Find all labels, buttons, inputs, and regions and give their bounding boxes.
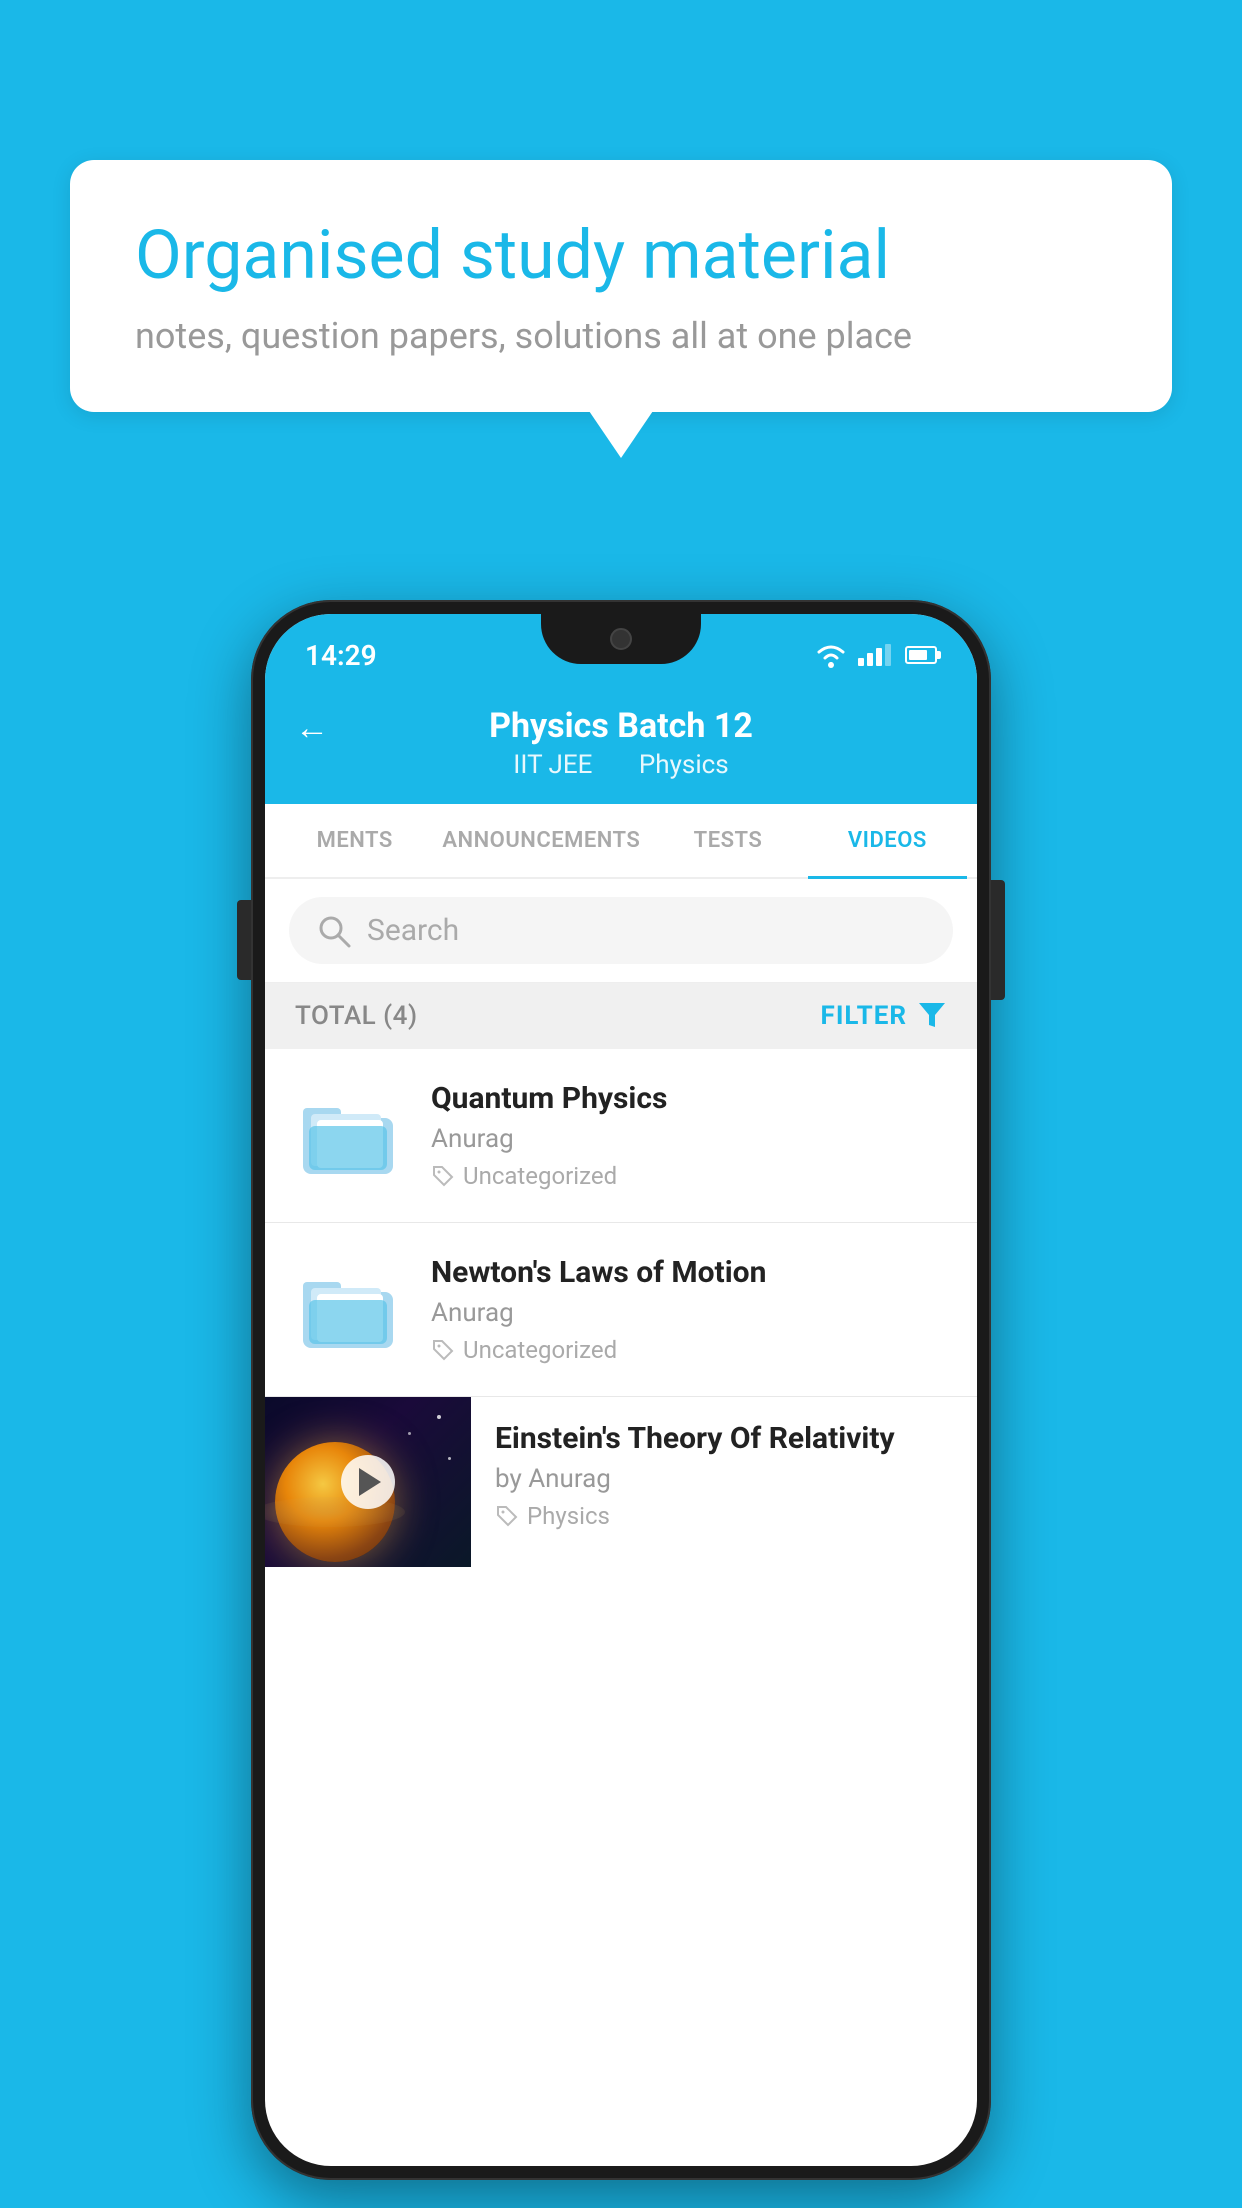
bubble-title: Organised study material: [135, 215, 1107, 297]
filter-bar: TOTAL (4) FILTER: [265, 983, 977, 1049]
video-title-1: Quantum Physics: [431, 1081, 949, 1116]
signal-icon: [858, 644, 891, 666]
subtitle-physics: Physics: [639, 750, 729, 780]
back-button[interactable]: ←: [295, 708, 329, 748]
app-header: ← Physics Batch 12 IIT JEE Physics: [265, 686, 977, 804]
phone-screen: 14:29: [265, 614, 977, 2166]
search-container: Search: [265, 879, 977, 983]
phone-notch: [541, 614, 701, 664]
einstein-tag: Physics: [495, 1502, 953, 1530]
list-item[interactable]: Einstein's Theory Of Relativity by Anura…: [265, 1397, 977, 1567]
einstein-thumbnail: [265, 1397, 471, 1567]
folder-icon-1: [303, 1096, 393, 1176]
video-title-2: Newton's Laws of Motion: [431, 1255, 949, 1290]
tag-label-2: Uncategorized: [463, 1336, 617, 1364]
filter-button[interactable]: FILTER: [821, 1001, 947, 1031]
tag-icon-1: [431, 1164, 455, 1188]
tag-label-1: Uncategorized: [463, 1162, 617, 1190]
search-placeholder: Search: [367, 913, 459, 948]
list-item[interactable]: Quantum Physics Anurag Uncategorized: [265, 1049, 977, 1223]
phone-frame: 14:29: [251, 600, 991, 2180]
tab-tests[interactable]: TESTS: [648, 804, 807, 877]
einstein-author: by Anurag: [495, 1464, 953, 1494]
wifi-icon: [814, 642, 848, 668]
video-list: Quantum Physics Anurag Uncategorized: [265, 1049, 977, 1567]
video-info-2: Newton's Laws of Motion Anurag Uncategor…: [431, 1255, 949, 1364]
search-icon: [317, 914, 351, 948]
search-input-wrap[interactable]: Search: [289, 897, 953, 964]
tab-videos[interactable]: VIDEOS: [808, 804, 967, 877]
header-subtitle: IIT JEE Physics: [503, 750, 738, 780]
folder-thumb-2: [293, 1265, 403, 1355]
tag-icon-2: [431, 1338, 455, 1362]
video-author-2: Anurag: [431, 1298, 949, 1328]
video-tag-2: Uncategorized: [431, 1336, 949, 1364]
filter-funnel-icon: [917, 1001, 947, 1031]
tabs-bar: MENTS ANNOUNCEMENTS TESTS VIDEOS: [265, 804, 977, 879]
total-count: TOTAL (4): [295, 1001, 418, 1031]
video-info-1: Quantum Physics Anurag Uncategorized: [431, 1081, 949, 1190]
bubble-subtitle: notes, question papers, solutions all at…: [135, 315, 1107, 357]
filter-label: FILTER: [821, 1001, 907, 1031]
status-icons: [814, 642, 937, 668]
einstein-title: Einstein's Theory Of Relativity: [495, 1421, 953, 1456]
list-item[interactable]: Newton's Laws of Motion Anurag Uncategor…: [265, 1223, 977, 1397]
tab-ments[interactable]: MENTS: [275, 804, 434, 877]
speech-bubble: Organised study material notes, question…: [70, 160, 1172, 412]
folder-thumb-1: [293, 1091, 403, 1181]
einstein-info: Einstein's Theory Of Relativity by Anura…: [471, 1397, 977, 1554]
camera-icon: [610, 628, 632, 650]
tag-icon-3: [495, 1504, 519, 1528]
video-tag-1: Uncategorized: [431, 1162, 949, 1190]
video-author-1: Anurag: [431, 1124, 949, 1154]
play-button[interactable]: [341, 1455, 395, 1509]
tab-announcements[interactable]: ANNOUNCEMENTS: [434, 804, 648, 877]
phone-mockup: 14:29: [251, 600, 991, 2180]
header-title: Physics Batch 12: [489, 706, 753, 746]
status-time: 14:29: [305, 639, 377, 672]
einstein-tag-label: Physics: [527, 1502, 610, 1530]
battery-icon: [905, 646, 937, 664]
subtitle-iitjee: IIT JEE: [513, 750, 592, 780]
folder-icon-2: [303, 1270, 393, 1350]
